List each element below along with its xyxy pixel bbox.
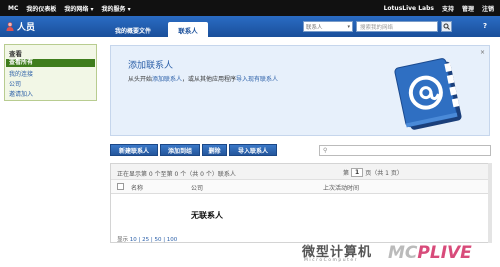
empty-state-message: 无联系人 — [191, 211, 223, 220]
top-navigation-bar: MC 我的仪表板 我的网络 ▾ 我的服务 ▾ LotusLive Labs 支持… — [0, 0, 500, 16]
page-title: 人员 — [17, 23, 36, 33]
add-contact-panel: 添加联系人 从头开始添加联系人，或从其他应用程序导入现有联系人 × — [110, 45, 490, 136]
add-contact-link[interactable]: 添加联系人 — [152, 76, 182, 83]
sidebar-item-view-all[interactable]: 查看所有 — [6, 59, 95, 67]
sidebar-item-companies[interactable]: 公司 — [9, 79, 21, 88]
sidebar-item-my-connections[interactable]: 我的连接 — [9, 69, 33, 78]
watermark-english: MicroComputer — [304, 258, 358, 263]
logout-link[interactable]: 注销 — [482, 4, 494, 13]
add-to-group-button[interactable]: 添加到组 — [160, 144, 200, 156]
page-number-input[interactable]: 1 — [351, 168, 364, 177]
column-last-activity[interactable]: 上次活动时间 — [323, 183, 359, 192]
column-name[interactable]: 名称 — [131, 183, 143, 192]
contacts-table: 正在显示第 0 个至第 0 个（共 0 个）联系人 第 1 页（共 1 页） 名… — [110, 163, 490, 243]
page-size-selector: 显示 10 | 25 | 50 | 100 — [117, 235, 177, 243]
search-placeholder: 搜索我的网络 — [360, 24, 394, 31]
watermark-logo-right: PLIVE — [417, 243, 472, 263]
top-nav: MC 我的仪表板 我的网络 ▾ 我的服务 ▾ — [8, 0, 131, 16]
help-icon[interactable]: ? — [483, 22, 487, 30]
delete-button[interactable]: 删除 — [202, 144, 227, 156]
search-icon: ⚲ — [323, 147, 328, 154]
select-all-checkbox[interactable] — [117, 183, 124, 190]
import-contacts-link[interactable]: 导入现有联系人 — [236, 76, 278, 83]
filter-input[interactable]: ⚲ — [319, 145, 491, 156]
page-suffix: 页（共 1 页） — [365, 170, 403, 177]
tab-my-profile[interactable]: 我的概要文件 — [110, 23, 156, 37]
person-icon — [6, 22, 14, 31]
desc-middle: ，或从其他应用程序 — [182, 76, 237, 83]
column-company[interactable]: 公司 — [191, 183, 203, 192]
top-nav-mc[interactable]: MC — [8, 5, 18, 12]
sidebar: 查看 查看所有 我的连接 公司 邀请加入 — [4, 44, 97, 101]
pagination: 第 1 页（共 1 页） — [343, 168, 403, 177]
add-contact-description: 从头开始添加联系人，或从其他应用程序导入现有联系人 — [128, 74, 278, 83]
page-prefix: 第 — [343, 170, 350, 177]
close-icon[interactable]: × — [480, 49, 485, 56]
import-contacts-button[interactable]: 导入联系人 — [229, 144, 277, 156]
admin-link[interactable]: 管理 — [462, 4, 474, 13]
search-input[interactable]: 搜索我的网络 — [356, 21, 438, 32]
add-contact-title: 添加联系人 — [128, 61, 174, 71]
support-link[interactable]: 支持 — [442, 4, 454, 13]
tab-contacts[interactable]: 联系人 — [168, 22, 208, 37]
scrollbar[interactable] — [488, 163, 492, 243]
top-nav-network[interactable]: 我的网络 ▾ — [64, 4, 93, 13]
sidebar-item-invite[interactable]: 邀请加入 — [9, 89, 33, 98]
page-size-label: 显示 — [117, 237, 129, 243]
address-book-icon — [394, 58, 462, 130]
search-button[interactable] — [441, 21, 452, 32]
watermark-logo-left: MC — [388, 243, 418, 263]
search-scope-select[interactable]: 联系人 ▾ — [303, 21, 353, 32]
table-header: 名称 公司 上次活动时间 — [111, 180, 489, 194]
desc-prefix: 从头开始 — [128, 76, 153, 83]
sidebar-heading: 查看 — [9, 50, 22, 58]
search-icon — [443, 23, 450, 30]
new-contact-button[interactable]: 新建联系人 — [110, 144, 158, 156]
top-nav-dashboard[interactable]: 我的仪表板 — [26, 4, 56, 13]
labs-link[interactable]: LotusLive Labs — [384, 5, 434, 12]
watermark-logo: MCPLIVE — [388, 243, 472, 263]
top-nav-services[interactable]: 我的服务 ▾ — [102, 4, 131, 13]
page-size-options[interactable]: 10 | 25 | 50 | 100 — [130, 237, 178, 243]
showing-count: 正在显示第 0 个至第 0 个（共 0 个）联系人 — [117, 171, 236, 178]
search-scope-value: 联系人 — [306, 24, 323, 31]
table-info-bar: 正在显示第 0 个至第 0 个（共 0 个）联系人 第 1 页（共 1 页） — [111, 164, 489, 180]
chevron-down-icon: ▾ — [347, 24, 350, 30]
top-right-links: LotusLive Labs 支持 管理 注销 — [384, 0, 494, 16]
